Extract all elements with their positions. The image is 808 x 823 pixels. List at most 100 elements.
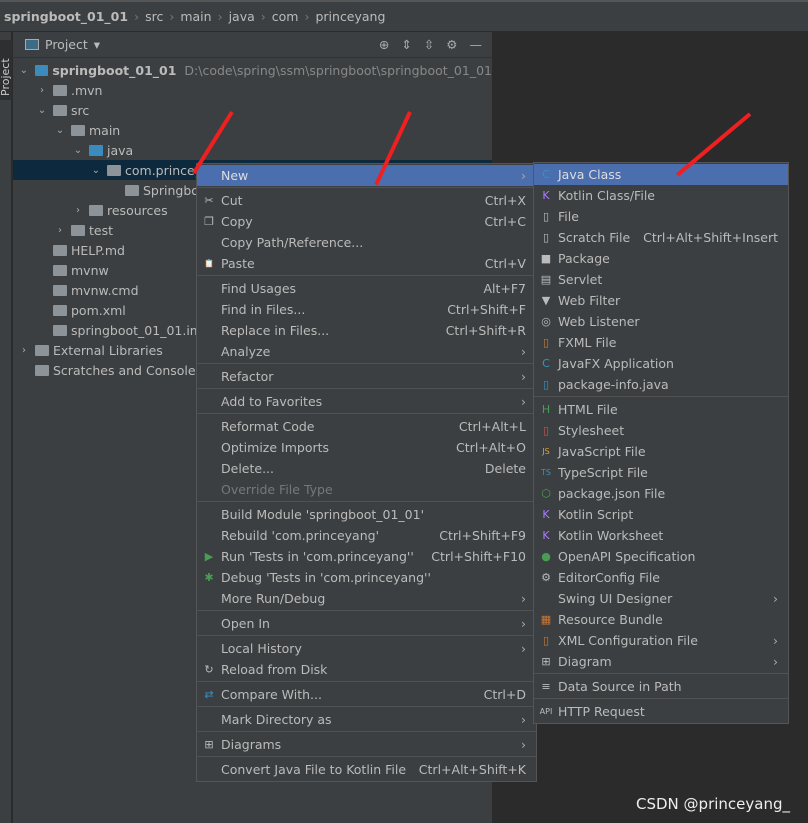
menu-icon: ⊞ <box>204 738 214 751</box>
menu-item-label: File <box>558 209 579 224</box>
menu-item-javascript-file[interactable]: JS JavaScript File <box>534 441 788 462</box>
menu-item-open-in[interactable]: Open In › <box>197 613 536 634</box>
folder-icon <box>71 224 85 236</box>
menu-item-rebuild-com-princeyang[interactable]: Rebuild 'com.princeyang' Ctrl+Shift+F9 <box>197 525 536 546</box>
menu-item-copy-path-reference[interactable]: Copy Path/Reference... <box>197 232 536 253</box>
menu-item-diagram[interactable]: ⊞ Diagram › <box>534 651 788 672</box>
menu-item-reformat-code[interactable]: Reformat Code Ctrl+Alt+L <box>197 416 536 437</box>
menu-item-fxml-file[interactable]: ▯ FXML File <box>534 332 788 353</box>
menu-item-mark-directory-as[interactable]: Mark Directory as › <box>197 709 536 730</box>
menu-item-typescript-file[interactable]: TS TypeScript File <box>534 462 788 483</box>
chevron-right-icon: › <box>521 168 526 183</box>
menu-item-paste[interactable]: 📋 Paste Ctrl+V <box>197 253 536 274</box>
menu-item-label: Copy Path/Reference... <box>221 235 364 250</box>
breadcrumb-item[interactable]: springboot_01_01 <box>4 9 128 24</box>
tree-item-label: External Libraries <box>53 342 163 358</box>
menu-item-find-in-files[interactable]: Find in Files... Ctrl+Shift+F <box>197 299 536 320</box>
menu-item-package-info-java[interactable]: ▯ package-info.java <box>534 374 788 395</box>
menu-item-convert-java-file-to-kotlin-file[interactable]: Convert Java File to Kotlin File Ctrl+Alt… <box>197 759 536 780</box>
menu-item-resource-bundle[interactable]: ▦ Resource Bundle <box>534 609 788 630</box>
menu-item-kotlin-class-file[interactable]: K Kotlin Class/File <box>534 185 788 206</box>
menu-item-label: Reformat Code <box>221 419 315 434</box>
menu-item-stylesheet[interactable]: ▯ Stylesheet <box>534 420 788 441</box>
menu-item-xml-configuration-file[interactable]: ▯ XML Configuration File › <box>534 630 788 651</box>
project-tool-tab[interactable]: Project <box>0 40 12 100</box>
menu-icon: K <box>542 189 550 202</box>
menu-icon: ◎ <box>541 315 551 328</box>
tree-item[interactable]: › .mvn <box>13 80 492 100</box>
breadcrumb-item[interactable]: com <box>272 9 299 24</box>
minimize-icon[interactable]: — <box>470 37 483 52</box>
chevron-right-icon: › <box>521 344 526 359</box>
menu-item-swing-ui-designer[interactable]: Swing UI Designer › <box>534 588 788 609</box>
menu-item-replace-in-files[interactable]: Replace in Files... Ctrl+Shift+R <box>197 320 536 341</box>
breadcrumb-item[interactable]: src <box>145 9 163 24</box>
collapse-all-icon[interactable]: ⇳ <box>424 37 434 52</box>
menu-item-kotlin-script[interactable]: K Kotlin Script <box>534 504 788 525</box>
chevron-down-icon[interactable]: ⌄ <box>17 65 31 76</box>
menu-item-file[interactable]: ▯ File <box>534 206 788 227</box>
expand-all-icon[interactable]: ⇕ <box>401 37 411 52</box>
tree-item-label: Scratches and Consoles <box>53 362 203 378</box>
chevron-down-icon[interactable]: ⌄ <box>89 165 103 176</box>
breadcrumb-item[interactable]: main <box>180 9 211 24</box>
menu-item-refactor[interactable]: Refactor › <box>197 366 536 387</box>
menu-item-web-listener[interactable]: ◎ Web Listener <box>534 311 788 332</box>
menu-icon: ⊞ <box>541 655 551 668</box>
menu-item-delete[interactable]: Delete... Delete <box>197 458 536 479</box>
chevron-right-icon: › <box>169 9 175 24</box>
menu-item-data-source-in-path[interactable]: ≡ Data Source in Path <box>534 676 788 697</box>
menu-item-servlet[interactable]: ▤ Servlet <box>534 269 788 290</box>
menu-item-label: Resource Bundle <box>558 612 663 627</box>
tree-item[interactable]: ⌄ main <box>13 120 492 140</box>
menu-item-package[interactable]: ■ Package <box>534 248 788 269</box>
menu-item-more-run-debug[interactable]: More Run/Debug › <box>197 588 536 609</box>
chevron-right-icon[interactable]: › <box>53 225 67 236</box>
menu-item-editorconfig-file[interactable]: ⚙ EditorConfig File <box>534 567 788 588</box>
menu-item-analyze[interactable]: Analyze › <box>197 341 536 362</box>
menu-item-web-filter[interactable]: ▼ Web Filter <box>534 290 788 311</box>
chevron-right-icon[interactable]: › <box>17 345 31 356</box>
breadcrumb-item[interactable]: princeyang <box>315 9 385 24</box>
menu-item-optimize-imports[interactable]: Optimize Imports Ctrl+Alt+O <box>197 437 536 458</box>
menu-item-cut[interactable]: ✂ Cut Ctrl+X <box>197 190 536 211</box>
menu-icon: ⚙ <box>541 571 551 584</box>
menu-item-copy[interactable]: ❐ Copy Ctrl+C <box>197 211 536 232</box>
menu-item-scratch-file[interactable]: ▯ Scratch File Ctrl+Alt+Shift+Insert <box>534 227 788 248</box>
breadcrumb-item[interactable]: java <box>229 9 255 24</box>
menu-item-find-usages[interactable]: Find Usages Alt+F7 <box>197 278 536 299</box>
menu-item-local-history[interactable]: Local History › <box>197 638 536 659</box>
chevron-down-icon[interactable]: ⌄ <box>35 105 49 116</box>
menu-item-label: Build Module 'springboot_01_01' <box>221 507 425 522</box>
menu-item-kotlin-worksheet[interactable]: K Kotlin Worksheet <box>534 525 788 546</box>
menu-item-reload-from-disk[interactable]: ↻ Reload from Disk <box>197 659 536 680</box>
chevron-down-icon[interactable]: ⌄ <box>53 125 67 136</box>
menu-item-debug-tests-in-com-princeyang[interactable]: ✱ Debug 'Tests in 'com.princeyang'' <box>197 567 536 588</box>
menu-item-build-module-springboot-01-01[interactable]: Build Module 'springboot_01_01' <box>197 504 536 525</box>
menu-item-label: Kotlin Script <box>558 507 634 522</box>
menu-item-package-json-file[interactable]: ⬡ package.json File <box>534 483 788 504</box>
tree-item[interactable]: ⌄ src <box>13 100 492 120</box>
menu-item-http-request[interactable]: API HTTP Request <box>534 701 788 722</box>
chevron-down-icon[interactable]: ▾ <box>94 37 100 52</box>
menu-icon: ■ <box>540 252 552 265</box>
menu-item-java-class[interactable]: C Java Class <box>534 164 788 185</box>
package-icon <box>107 164 121 176</box>
tree-item[interactable]: ⌄ springboot_01_01 D:\code\spring\ssm\spri… <box>13 60 492 80</box>
gear-icon[interactable]: ⚙ <box>446 37 457 52</box>
menu-item-openapi-specification[interactable]: ● OpenAPI Specification <box>534 546 788 567</box>
locate-icon[interactable]: ⊕ <box>379 37 389 52</box>
chevron-right-icon[interactable]: › <box>35 85 49 96</box>
chevron-down-icon[interactable]: ⌄ <box>71 145 85 156</box>
menu-item-add-to-favorites[interactable]: Add to Favorites › <box>197 391 536 412</box>
chevron-right-icon[interactable]: › <box>71 205 85 216</box>
menu-item-compare-with[interactable]: ⇄ Compare With... Ctrl+D <box>197 684 536 705</box>
shortcut: Ctrl+X <box>484 193 526 208</box>
menu-item-javafx-application[interactable]: C JavaFX Application <box>534 353 788 374</box>
menu-item-html-file[interactable]: H HTML File <box>534 399 788 420</box>
menu-item-diagrams[interactable]: ⊞ Diagrams › <box>197 734 536 755</box>
menu-item-new[interactable]: New › <box>197 165 536 186</box>
tree-item[interactable]: ⌄ java <box>13 140 492 160</box>
menu-item-run-tests-in-com-princeyang[interactable]: ▶ Run 'Tests in 'com.princeyang'' Ctrl+Shi… <box>197 546 536 567</box>
project-view-selector[interactable]: Project <box>45 37 88 52</box>
